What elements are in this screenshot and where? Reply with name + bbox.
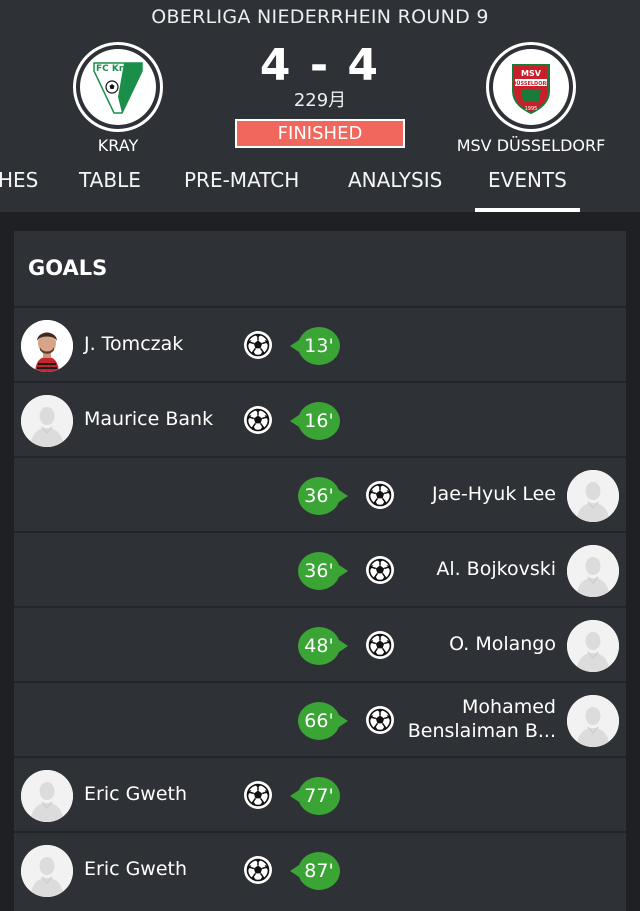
goal-minute-badge: 36' [298,552,348,590]
player-photo[interactable] [21,320,73,372]
svg-text:1995: 1995 [525,106,538,112]
player-placeholder-icon[interactable] [567,695,619,747]
goal-event-row[interactable]: Eric Gweth 77' [14,756,626,831]
tab-events[interactable]: EVENTS [488,168,567,192]
goal-event-row[interactable]: 48' O. Molango [14,606,626,681]
tab-pre-match[interactable]: PRE-MATCH [184,168,299,192]
soccer-ball-icon [365,705,395,735]
goal-minute-badge: 16' [290,402,340,440]
goal-minute-badge: 48' [298,627,348,665]
soccer-ball-icon [365,480,395,510]
away-team[interactable]: MSV DÜSSELDORF 1995 MSV DÜSSELDORF [446,42,616,155]
player-name[interactable]: Eric Gweth [84,858,187,880]
goal-minute-badge: 66' [298,702,348,740]
player-placeholder-icon[interactable] [567,620,619,672]
match-header: OBERLIGA NIEDERRHEIN ROUND 9 FC Kray KRA… [0,0,640,212]
away-team-name[interactable]: MSV DÜSSELDORF [446,136,616,155]
player-name[interactable]: O. Molango [449,633,556,655]
soccer-ball-icon [243,405,273,435]
goal-minute-badge: 77' [290,777,340,815]
tab-bar: HES TABLE PRE-MATCH ANALYSIS EVENTS [0,168,640,212]
home-team-name[interactable]: KRAY [33,136,203,155]
away-team-crest[interactable]: MSV DÜSSELDORF 1995 [486,42,576,132]
soccer-ball-icon [365,555,395,585]
player-name[interactable]: Al. Bojkovski [436,558,556,580]
svg-text:DÜSSELDORF: DÜSSELDORF [512,80,549,87]
player-placeholder-icon[interactable] [21,395,73,447]
player-name-line1[interactable]: Mohamed [462,696,556,718]
goal-minute-badge: 87' [290,852,340,890]
player-placeholder-icon[interactable] [567,470,619,522]
tab-matches[interactable]: HES [0,168,38,192]
soccer-ball-icon [243,855,273,885]
soccer-ball-icon [243,330,273,360]
active-tab-indicator [475,208,580,212]
player-name[interactable]: Maurice Bank [84,408,213,430]
goal-event-row[interactable]: Maurice Bank 16' [14,381,626,456]
player-name[interactable]: Jae-Hyuk Lee [432,483,556,505]
goal-event-row[interactable]: J. Tomczak 13' [14,306,626,381]
goal-event-row[interactable]: Eric Gweth 87' [14,831,626,906]
match-status-badge: FINISHED [235,119,405,148]
goal-minute-badge: 36' [298,477,348,515]
goal-minute-badge: 13' [290,327,340,365]
goal-event-row[interactable]: 66' Mohamed Benslaiman B... [14,681,626,756]
player-name[interactable]: Eric Gweth [84,783,187,805]
msv-duesseldorf-logo: MSV DÜSSELDORF 1995 [512,64,550,115]
tab-table[interactable]: TABLE [79,168,141,192]
player-placeholder-icon[interactable] [21,845,73,897]
player-name-line2[interactable]: Benslaiman B... [408,720,556,742]
player-placeholder-icon[interactable] [21,770,73,822]
soccer-ball-icon [365,630,395,660]
goals-panel: GOALS J. Tomczak 13' Maurice Bank 16' 36… [14,231,626,911]
goal-event-row[interactable]: 36' Al. Bojkovski [14,531,626,606]
player-placeholder-icon[interactable] [567,545,619,597]
player-name[interactable]: J. Tomczak [84,333,183,355]
goals-title: GOALS [28,256,108,280]
league-round-title: OBERLIGA NIEDERRHEIN ROUND 9 [151,6,489,28]
goal-event-row[interactable]: 36' Jae-Hyuk Lee [14,456,626,531]
soccer-ball-icon [243,780,273,810]
svg-text:MSV: MSV [521,69,542,78]
tab-analysis[interactable]: ANALYSIS [348,168,442,192]
